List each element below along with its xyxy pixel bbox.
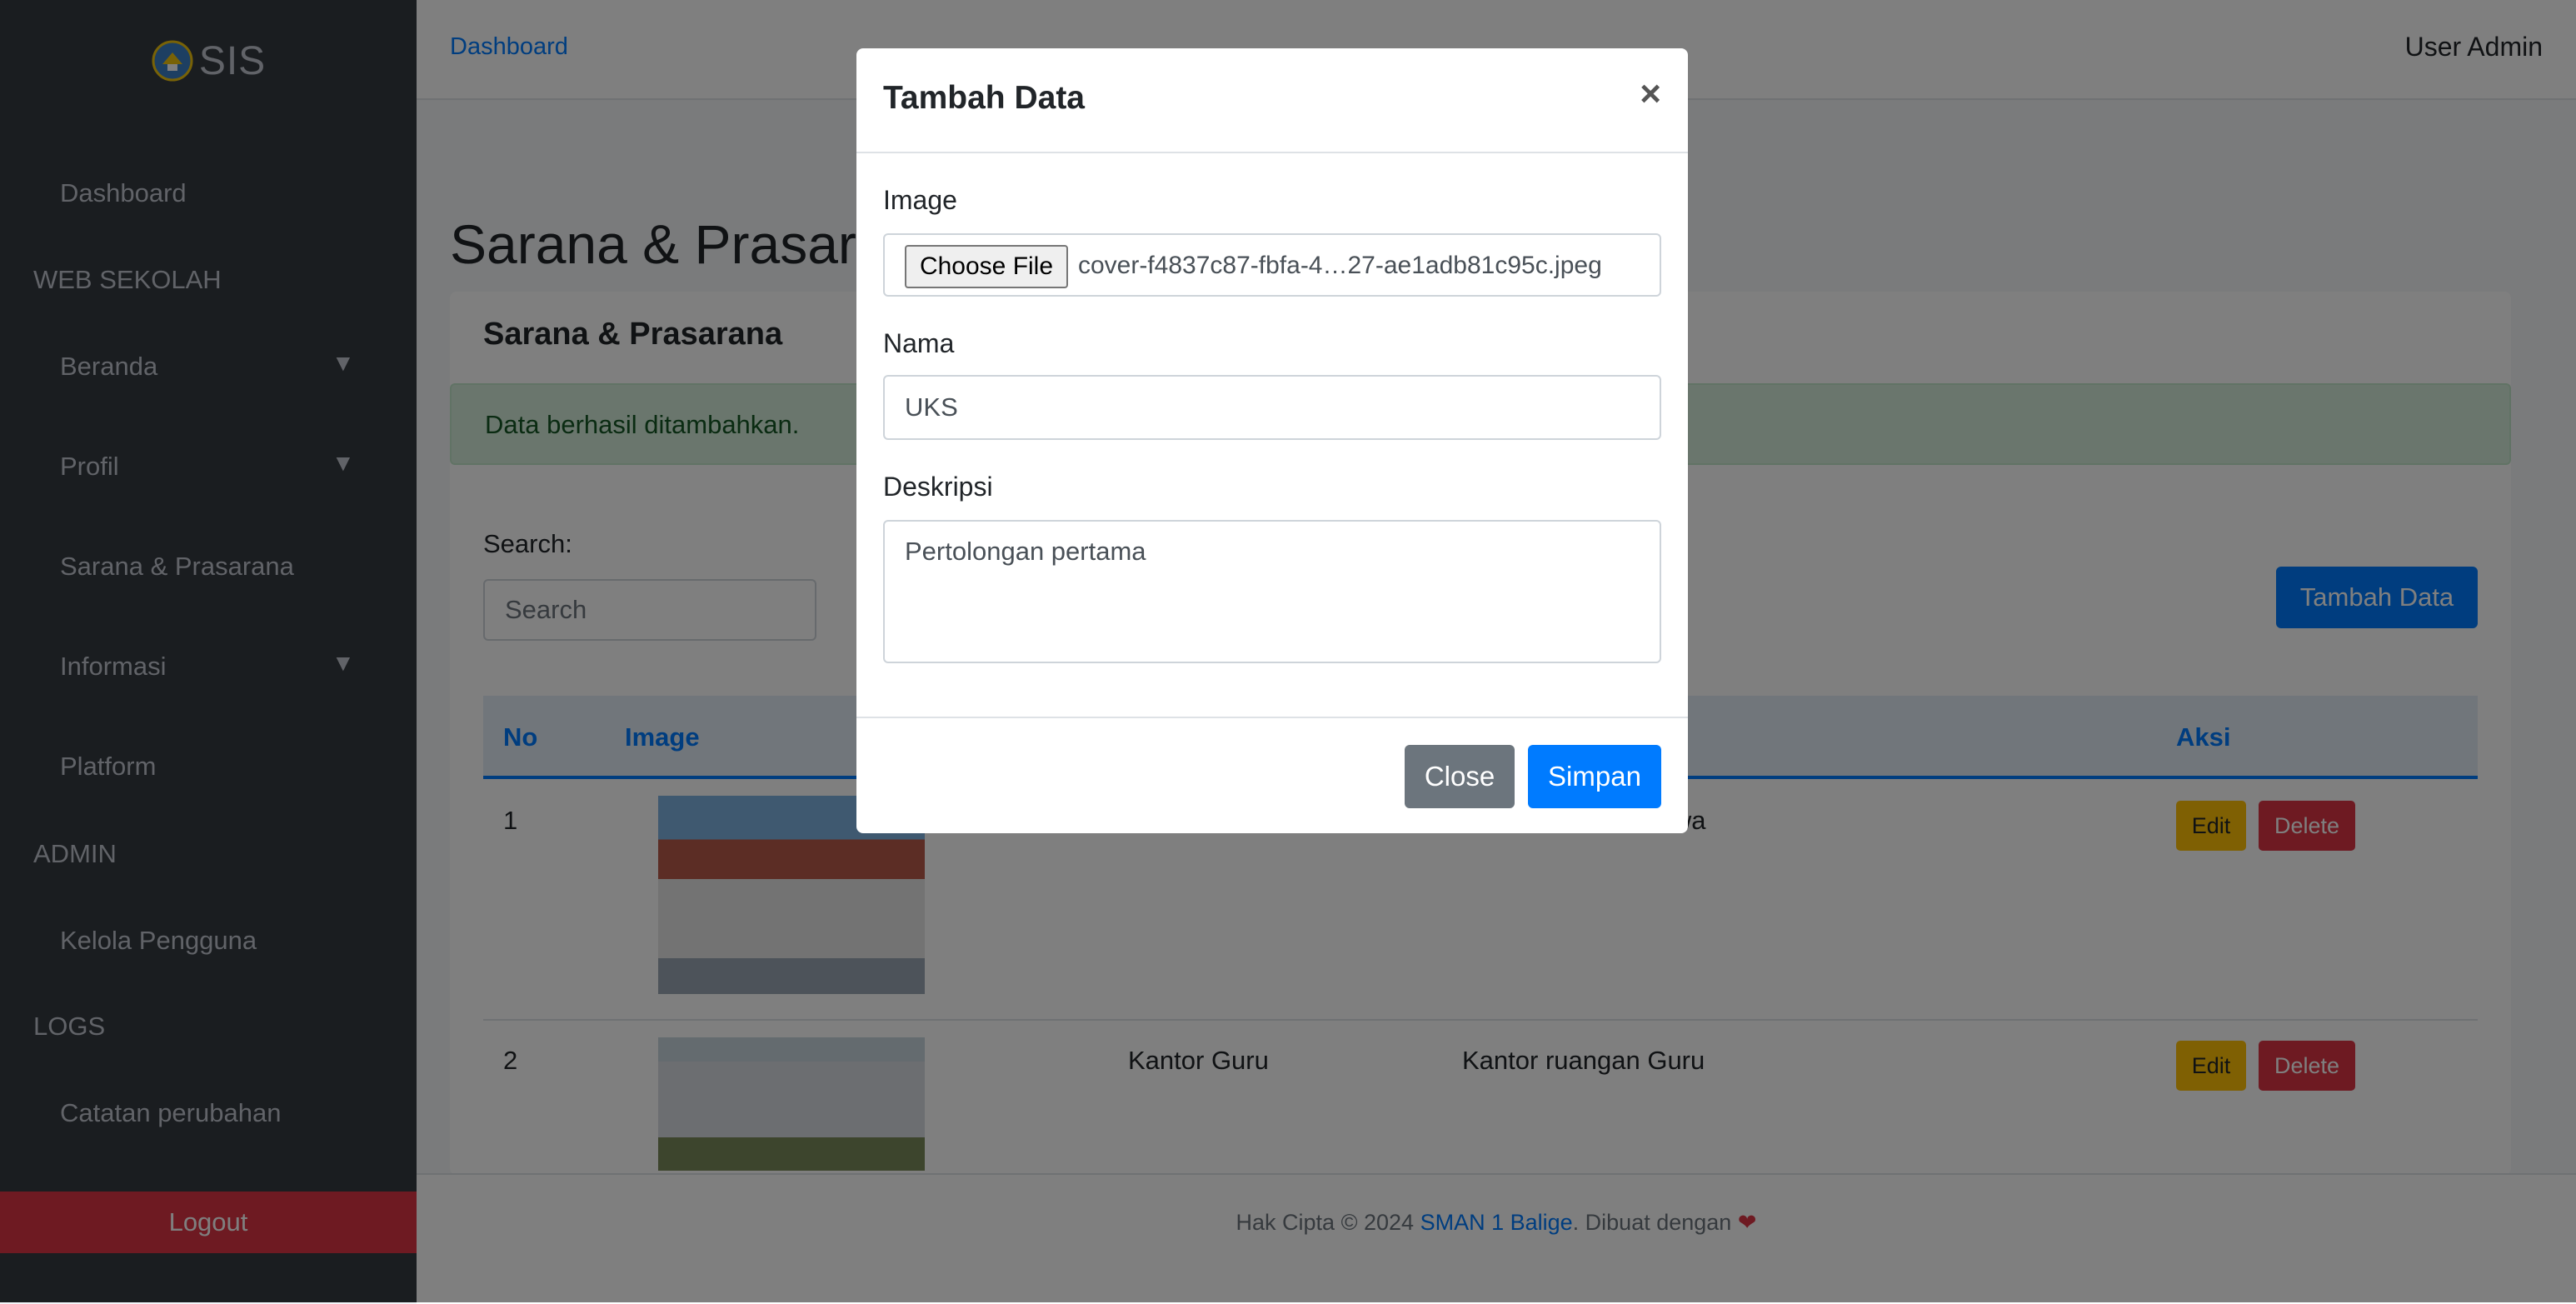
deskripsi-textarea[interactable]: Pertolongan pertama bbox=[883, 520, 1661, 663]
deskripsi-label: Deskripsi bbox=[883, 472, 993, 502]
add-data-modal: Tambah Data × Image Choose File cover-f4… bbox=[856, 48, 1688, 833]
modal-footer: Close Simpan bbox=[856, 717, 1688, 833]
close-icon[interactable]: × bbox=[1640, 73, 1661, 115]
nama-label: Nama bbox=[883, 328, 955, 358]
save-button[interactable]: Simpan bbox=[1528, 745, 1661, 808]
modal-header: Tambah Data × bbox=[856, 48, 1688, 153]
image-label: Image bbox=[883, 185, 957, 215]
image-file-input[interactable]: Choose File cover-f4837c87-fbfa-4…27-ae1… bbox=[883, 233, 1661, 297]
nama-input[interactable]: UKS bbox=[883, 375, 1661, 440]
choose-file-button[interactable]: Choose File bbox=[905, 245, 1068, 288]
close-button[interactable]: Close bbox=[1405, 745, 1515, 808]
modal-title: Tambah Data bbox=[883, 80, 1085, 116]
selected-file-name: cover-f4837c87-fbfa-4…27-ae1adb81c95c.jp… bbox=[1078, 252, 1602, 279]
